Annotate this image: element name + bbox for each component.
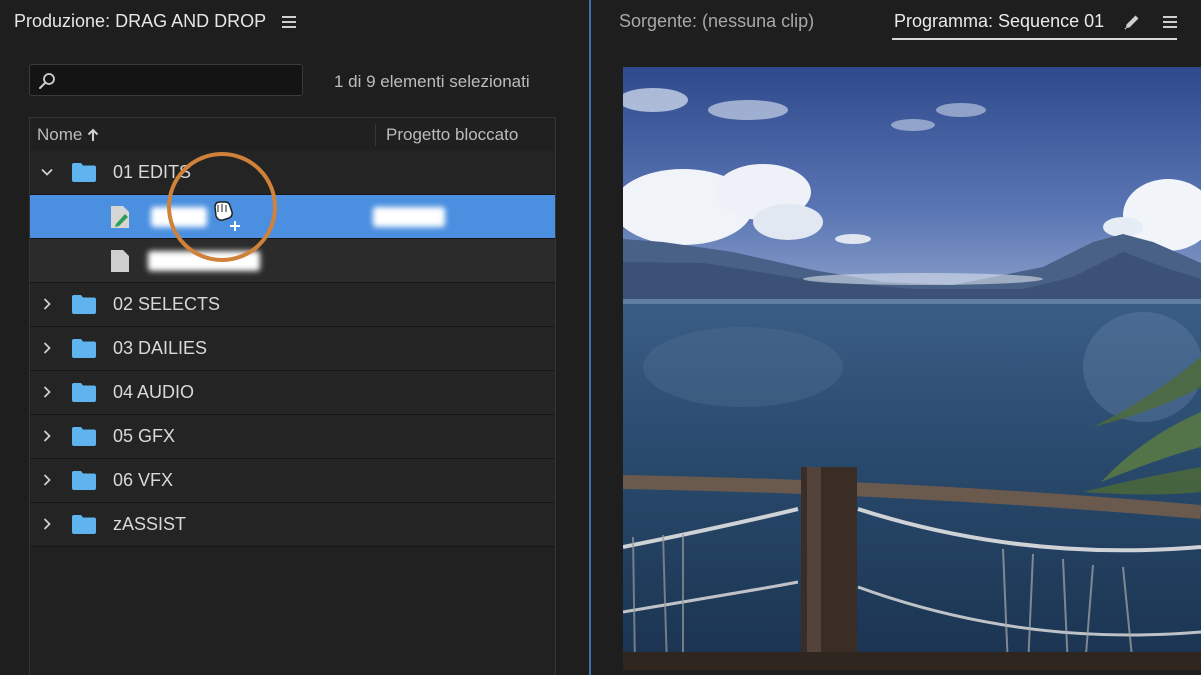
- folder-label: 01 EDITS: [113, 162, 192, 182]
- chevron-right-icon[interactable]: [40, 473, 54, 487]
- chevron-right-icon[interactable]: [40, 517, 54, 531]
- sequence-row-selected[interactable]: [30, 195, 555, 239]
- selection-count: 1 di 9 elementi selezionati: [334, 72, 530, 91]
- folder-row-03-dailies[interactable]: 03 DAILIES: [30, 327, 555, 371]
- folder-icon: [72, 163, 96, 182]
- column-name-label: Nome: [37, 125, 83, 144]
- folder-label: 05 GFX: [113, 426, 176, 446]
- folder-icon: [72, 427, 96, 446]
- column-locked-header[interactable]: Progetto bloccato: [386, 125, 518, 145]
- blurred-locked-value: [373, 207, 445, 227]
- folder-label: zASSIST: [113, 514, 187, 534]
- folder-icon: [72, 339, 96, 358]
- chevron-right-icon[interactable]: [40, 297, 54, 311]
- column-separator[interactable]: [375, 124, 376, 146]
- tab-program-monitor[interactable]: Programma: Sequence 01: [894, 11, 1104, 32]
- search-input[interactable]: [62, 65, 302, 97]
- chevron-right-icon[interactable]: [40, 429, 54, 443]
- monitor-panel: Sorgente: (nessuna clip) Programma: Sequ…: [591, 0, 1201, 675]
- folder-row-04-audio[interactable]: 04 AUDIO: [30, 371, 555, 415]
- folder-row-01-edits[interactable]: 01 EDITS: [30, 151, 555, 195]
- project-panel-header: Produzione: DRAG AND DROP: [14, 11, 297, 32]
- blurred-file-name: [148, 251, 260, 271]
- premiere-workspace: Produzione: DRAG AND DROP 1 di 9 element…: [0, 0, 1201, 675]
- column-header: Nome Progetto bloccato: [30, 118, 555, 152]
- folder-icon: [72, 515, 96, 534]
- hamburger-menu-icon[interactable]: [282, 15, 297, 28]
- pencil-icon[interactable]: [1123, 13, 1141, 31]
- file-row[interactable]: [30, 239, 555, 283]
- folder-label: 03 DAILIES: [113, 338, 208, 358]
- search-icon: [39, 73, 55, 89]
- blurred-sequence-name: [151, 207, 207, 227]
- column-name-header[interactable]: Nome: [37, 125, 99, 145]
- folder-icon: [72, 383, 96, 402]
- project-panel: Produzione: DRAG AND DROP 1 di 9 element…: [0, 0, 587, 675]
- project-list: Nome Progetto bloccato 01 EDITS 02 SELEC…: [29, 117, 556, 675]
- folder-row-zassist[interactable]: zASSIST: [30, 503, 555, 547]
- active-tab-indicator: [892, 38, 1177, 40]
- folder-row-06-vfx[interactable]: 06 VFX: [30, 459, 555, 503]
- program-viewer[interactable]: [623, 67, 1201, 670]
- folder-icon: [72, 295, 96, 314]
- sort-up-arrow-icon: [88, 128, 99, 141]
- folder-label: 02 SELECTS: [113, 294, 221, 314]
- chevron-right-icon[interactable]: [40, 385, 54, 399]
- folder-icon: [72, 471, 96, 490]
- project-panel-title[interactable]: Produzione: DRAG AND DROP: [14, 11, 266, 32]
- search-box[interactable]: [29, 64, 303, 97]
- folder-row-05-gfx[interactable]: 05 GFX: [30, 415, 555, 459]
- sequence-icon: [111, 206, 129, 228]
- folder-label: 06 VFX: [113, 470, 174, 490]
- hamburger-menu-icon[interactable]: [1163, 16, 1177, 28]
- chevron-down-icon[interactable]: [40, 165, 54, 179]
- video-frame-lake: [623, 67, 1201, 670]
- chevron-right-icon[interactable]: [40, 341, 54, 355]
- tab-source-monitor[interactable]: Sorgente: (nessuna clip): [619, 11, 814, 32]
- file-icon: [111, 250, 129, 272]
- folder-row-02-selects[interactable]: 02 SELECTS: [30, 283, 555, 327]
- folder-label: 04 AUDIO: [113, 382, 195, 402]
